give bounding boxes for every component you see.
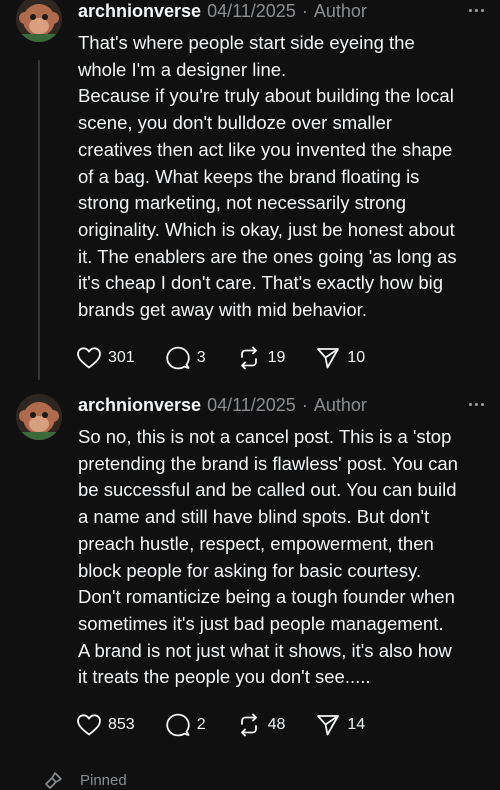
like-button[interactable]: 301 bbox=[76, 346, 135, 370]
post-body: So no, this is not a cancel post. This i… bbox=[78, 424, 494, 691]
comment-icon bbox=[166, 346, 190, 370]
post-text-line: it. The enablers are the ones going 'as … bbox=[78, 245, 457, 267]
post-text-line: Because if you're truly about building t… bbox=[78, 85, 454, 107]
thread-line bbox=[38, 60, 40, 380]
share-icon bbox=[317, 348, 340, 369]
pinned-label: Pinned bbox=[40, 770, 127, 790]
post-text-line: brands get away with mid behavior. bbox=[78, 299, 367, 321]
post-text-line: So no, this is not a cancel post. This i… bbox=[78, 426, 452, 447]
post-text-line: sometimes it's just bad people managemen… bbox=[78, 612, 444, 634]
post-text-line: it's cheap I don't care. That's exactly … bbox=[78, 272, 444, 294]
reply-count: 3 bbox=[196, 349, 206, 366]
post-text-line: block people for asking for basic courte… bbox=[78, 559, 422, 581]
post-1: archnionverse 04/11/2025 · Author That's… bbox=[0, 0, 500, 385]
repost-icon bbox=[240, 346, 257, 370]
post-actions: 301 3 19 10 bbox=[76, 343, 395, 373]
share-button[interactable]: 10 bbox=[315, 346, 365, 370]
separator: · bbox=[301, 0, 308, 21]
post-text-line: be successful and be called out. You can… bbox=[78, 479, 457, 501]
reply-button[interactable]: 2 bbox=[165, 713, 206, 737]
post-text-line: Don't romanticize being a tough founder … bbox=[78, 586, 455, 608]
avatar[interactable] bbox=[16, 394, 62, 440]
more-icon[interactable] bbox=[452, 0, 484, 22]
heart-icon bbox=[77, 347, 101, 369]
post-text-line: originality. Which is okay, just be hone… bbox=[78, 218, 455, 240]
post-text-line: it treats the people you don't see..... bbox=[78, 666, 371, 688]
repost-icon bbox=[240, 713, 257, 737]
post-body: That's where people start side eyeing th… bbox=[78, 30, 494, 324]
pin-icon bbox=[45, 772, 62, 789]
share-button[interactable]: 14 bbox=[315, 713, 365, 737]
repost-button[interactable]: 48 bbox=[236, 713, 286, 737]
post-text-line: preach hustle, respect, empowerment, the… bbox=[78, 532, 434, 554]
share-icon bbox=[317, 715, 340, 736]
share-count: 10 bbox=[347, 349, 366, 366]
username[interactable]: archnionverse bbox=[78, 1, 201, 22]
reply-count: 2 bbox=[196, 716, 206, 733]
avatar[interactable] bbox=[16, 0, 62, 42]
post-text-line: pretending the brand is flawless' post. … bbox=[78, 452, 458, 474]
post-date: 04/11/2025 bbox=[207, 0, 296, 21]
repost-count: 19 bbox=[267, 349, 286, 366]
post-text-line: creatives then act like you invented the… bbox=[78, 138, 453, 160]
pinned-text: Pinned bbox=[80, 771, 127, 789]
heart-icon bbox=[77, 714, 101, 736]
post-header: archnionverse 04/11/2025 · Author bbox=[78, 392, 484, 418]
post-text-line: scene, you don't bulldoze over smaller bbox=[78, 112, 393, 134]
post-text-line: of a bag. What keeps the brand floating … bbox=[78, 165, 420, 187]
post-text-line: A brand is not just what it shows, it's … bbox=[78, 639, 452, 661]
reply-button[interactable]: 3 bbox=[165, 346, 206, 370]
post-actions: 853 2 48 14 bbox=[76, 710, 395, 740]
post-text-line: strong marketing, not necessarily strong bbox=[78, 192, 407, 214]
post-header: archnionverse 04/11/2025 · Author bbox=[78, 0, 484, 24]
post-text-line: That's where people start side eyeing th… bbox=[78, 32, 415, 53]
author-badge: Author bbox=[313, 0, 367, 21]
author-badge: Author bbox=[313, 394, 367, 415]
post-text-line: whole I'm a designer line. bbox=[78, 58, 287, 80]
username[interactable]: archnionverse bbox=[78, 395, 201, 416]
post-text-line: a name and still have blind spots. But d… bbox=[78, 506, 430, 528]
post-2: archnionverse 04/11/2025 · Author So no,… bbox=[0, 392, 500, 762]
repost-count: 48 bbox=[267, 716, 286, 733]
post-date: 04/11/2025 bbox=[207, 394, 296, 415]
like-button[interactable]: 853 bbox=[76, 713, 135, 737]
more-icon[interactable] bbox=[452, 392, 484, 416]
separator: · bbox=[301, 394, 308, 415]
comment-icon bbox=[166, 713, 190, 737]
repost-button[interactable]: 19 bbox=[236, 346, 286, 370]
like-count: 853 bbox=[108, 716, 135, 733]
share-count: 14 bbox=[347, 716, 366, 733]
like-count: 301 bbox=[108, 349, 135, 366]
